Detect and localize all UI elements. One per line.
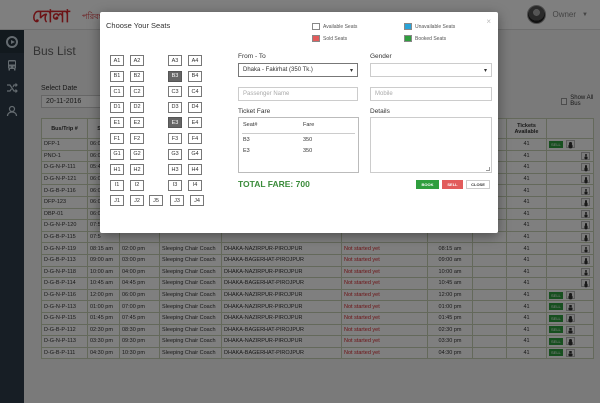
seat-f4[interactable]: F4	[188, 133, 202, 144]
caret-down-icon: ▾	[483, 68, 487, 74]
seat-c2[interactable]: C2	[130, 86, 144, 98]
legend-swatch-sold	[312, 35, 320, 42]
seat-d3[interactable]: D3	[168, 101, 182, 113]
caret-down-icon: ▾	[349, 68, 353, 74]
seat-b2[interactable]: B2	[130, 70, 144, 82]
close-button[interactable]: CLOSE	[466, 180, 490, 189]
fare-row-seat: B3	[243, 137, 250, 143]
seat-a4[interactable]: A4	[188, 55, 202, 66]
seat-h4[interactable]: H4	[188, 164, 202, 176]
book-button[interactable]: BOOK	[416, 180, 439, 189]
seat-d2[interactable]: D2	[130, 101, 144, 113]
seat-c4[interactable]: C4	[188, 86, 202, 98]
seat-a2[interactable]: A2	[130, 55, 144, 66]
seat-j5[interactable]: J5	[149, 195, 163, 207]
seat-j3[interactable]: J3	[170, 195, 184, 207]
seat-g1[interactable]: G1	[110, 148, 124, 160]
seat-f2[interactable]: F2	[130, 133, 144, 144]
sell-button[interactable]: SELL	[442, 180, 463, 189]
modal-title: Choose Your Seats	[106, 21, 171, 30]
seat-j4[interactable]: J4	[190, 195, 204, 207]
legend-sold: Sold Seats	[312, 35, 347, 42]
legend-swatch-unavailable	[404, 23, 412, 30]
seat-d1[interactable]: D1	[110, 101, 124, 113]
legend-label: Available Seats	[323, 23, 358, 30]
legend-label: Unavailable Seats	[415, 23, 456, 30]
seat-c3[interactable]: C3	[168, 86, 182, 98]
seat-i4[interactable]: I4	[188, 179, 202, 191]
mobile-input[interactable]: Mobile	[370, 87, 492, 101]
seat-d4[interactable]: D4	[188, 101, 202, 113]
seat-b3[interactable]: B3	[168, 70, 182, 82]
seat-j2[interactable]: J2	[130, 195, 144, 207]
seat-i1[interactable]: I1	[110, 179, 124, 191]
seat-g2[interactable]: G2	[130, 148, 144, 160]
resize-handle-icon[interactable]	[486, 167, 490, 171]
seat-g3[interactable]: G3	[168, 148, 182, 160]
fare-row-fare: 350	[303, 148, 313, 154]
seat-h3[interactable]: H3	[168, 164, 182, 176]
details-textarea[interactable]	[370, 117, 492, 173]
gender-label: Gender	[370, 53, 392, 60]
fare-row-seat: E3	[243, 148, 250, 154]
fare-header-seat: Seat#	[243, 122, 258, 128]
seat-c1[interactable]: C1	[110, 86, 124, 98]
ticket-fare-table: Seat# Fare B3 350 E3 350	[238, 117, 359, 173]
seat-h1[interactable]: H1	[110, 164, 124, 176]
seat-b4[interactable]: B4	[188, 70, 202, 82]
passenger-name-input[interactable]: Passenger Name	[238, 87, 358, 101]
seat-j1[interactable]: J1	[110, 195, 124, 207]
fare-header-fare: Fare	[303, 122, 315, 128]
details-label: Details	[370, 108, 390, 115]
from-to-label: From - To	[238, 53, 266, 60]
seat-e3[interactable]: E3	[168, 117, 182, 129]
close-icon[interactable]: ×	[486, 17, 491, 26]
seat-i2[interactable]: I2	[130, 179, 144, 191]
seat-b1[interactable]: B1	[110, 70, 124, 82]
seat-e2[interactable]: E2	[130, 117, 144, 129]
seat-e1[interactable]: E1	[110, 117, 124, 129]
from-to-value: Dhaka - Fakirhat (350 Tk.)	[243, 67, 313, 73]
seat-g4[interactable]: G4	[188, 148, 202, 160]
seat-i3[interactable]: I3	[168, 179, 182, 191]
seat-e4[interactable]: E4	[188, 117, 202, 129]
seat-a3[interactable]: A3	[168, 55, 182, 66]
legend-label: Sold Seats	[323, 35, 348, 42]
legend-swatch-available	[312, 23, 320, 30]
fare-divider	[242, 133, 355, 134]
seat-a1[interactable]: A1	[110, 55, 124, 66]
seat-f3[interactable]: F3	[168, 133, 182, 144]
total-fare: TOTAL FARE: 700	[238, 179, 310, 189]
fare-row-fare: 350	[303, 137, 313, 143]
legend-booked: Booked Seats	[404, 35, 446, 42]
legend-unavailable: Unavailable Seats	[404, 23, 455, 30]
seat-selection-modal: Choose Your Seats × Available Seats Unav…	[100, 12, 498, 233]
legend-label: Booked Seats	[415, 35, 447, 42]
legend-available: Available Seats	[312, 23, 357, 30]
legend-swatch-booked	[404, 35, 412, 42]
from-to-select[interactable]: Dhaka - Fakirhat (350 Tk.) ▾	[238, 63, 358, 77]
seat-f1[interactable]: F1	[110, 133, 124, 144]
ticket-fare-label: Ticket Fare	[238, 108, 271, 115]
gender-select[interactable]: ▾	[370, 63, 492, 77]
seat-h2[interactable]: H2	[130, 164, 144, 176]
